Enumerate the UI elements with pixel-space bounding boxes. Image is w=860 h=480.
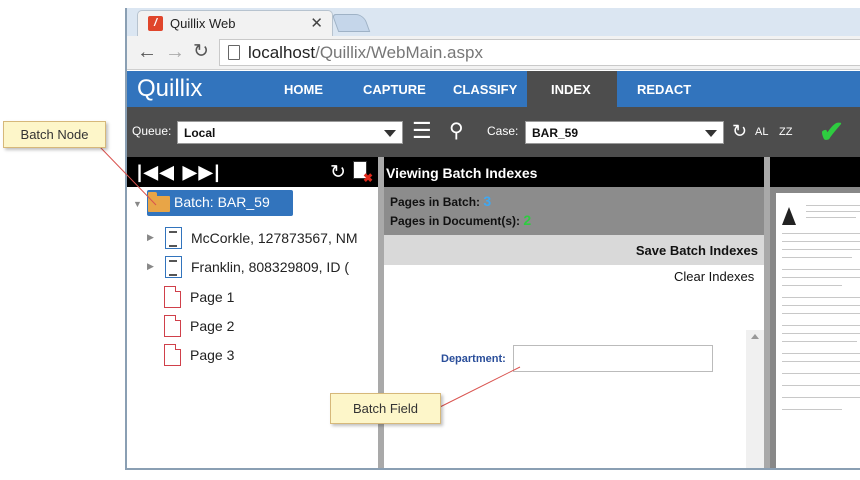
pages-in-documents: Pages in Document(s): 2: [390, 212, 532, 228]
collapse-arrow-icon[interactable]: ▼: [133, 199, 142, 209]
back-icon[interactable]: ←: [137, 42, 157, 62]
batch-field-callout: Batch Field: [330, 393, 441, 424]
case-value: BAR_59: [532, 126, 579, 140]
document-icon: [165, 256, 182, 278]
sort-al-button[interactable]: AL: [755, 126, 768, 138]
browser-toolbar: ← → ↻ localhost/Quillix/WebMain.aspx: [127, 36, 860, 70]
page-icon: [164, 286, 181, 308]
search-icon[interactable]: ⚲: [449, 121, 464, 141]
refresh-icon[interactable]: ↻: [732, 121, 747, 141]
document-icon: [165, 227, 182, 249]
queue-value: Local: [184, 126, 216, 140]
page-preview: [770, 187, 860, 468]
preview-header: [770, 157, 860, 187]
browser-tab[interactable]: / Quillix Web ✕: [137, 10, 333, 36]
checkmark-icon[interactable]: ✔: [819, 115, 844, 150]
department-label: Department:: [441, 353, 506, 365]
nav-classify[interactable]: CLASSIFY: [453, 82, 517, 97]
document-label: McCorkle, 127873567, NM: [191, 230, 358, 246]
chevron-down-icon: [705, 130, 717, 137]
document-label: Franklin, 808329809, ID (: [191, 259, 349, 275]
expand-arrow-icon[interactable]: ▶: [147, 232, 154, 243]
scroll-up-icon[interactable]: [751, 334, 759, 339]
queue-bar: Queue: Local ☰ ⚲ Case: BAR_59 ↻ AL ZZ ✔: [127, 107, 860, 157]
folder-icon: [148, 192, 170, 212]
batch-stats: Pages in Batch: 3 Pages in Document(s): …: [384, 187, 764, 235]
tab-title: Quillix Web: [170, 16, 236, 31]
save-bar: Save Batch Indexes: [384, 235, 764, 265]
sort-zz-button[interactable]: ZZ: [779, 126, 792, 138]
clear-indexes-button[interactable]: Clear Indexes: [674, 269, 754, 284]
expand-arrow-icon[interactable]: ▶: [147, 261, 154, 272]
batch-node-label: Batch: BAR_59: [174, 194, 270, 210]
new-tab-button[interactable]: [331, 14, 371, 32]
batch-node-callout: Batch Node: [3, 121, 106, 148]
case-label: Case:: [487, 124, 519, 138]
page-icon: [228, 45, 240, 60]
scrollbar[interactable]: [746, 330, 764, 468]
department-field[interactable]: [513, 345, 713, 372]
panel-title: Viewing Batch Indexes: [386, 165, 538, 181]
chevron-down-icon: [384, 130, 396, 137]
tree-navigation-icons[interactable]: |◀◀ ▶▶|: [137, 162, 221, 183]
nav-home[interactable]: HOME: [284, 82, 323, 97]
nav-index[interactable]: INDEX: [551, 82, 591, 97]
batch-node[interactable]: Batch: BAR_59: [147, 190, 293, 216]
page-label: Page 2: [190, 318, 235, 334]
address-bar[interactable]: localhost/Quillix/WebMain.aspx: [219, 39, 860, 66]
tab-strip: / Quillix Web ✕: [127, 8, 860, 36]
url-text[interactable]: localhost/Quillix/WebMain.aspx: [248, 43, 483, 63]
case-select[interactable]: BAR_59: [525, 121, 724, 144]
save-batch-indexes-button[interactable]: Save Batch Indexes: [636, 243, 758, 258]
reload-icon[interactable]: ↻: [193, 42, 209, 62]
queue-label: Queue:: [132, 124, 172, 138]
tree-toolbar: |◀◀ ▶▶| ↻ ✖: [127, 157, 378, 187]
forward-icon[interactable]: →: [165, 42, 185, 62]
page-thumbnail[interactable]: [776, 193, 860, 468]
app-brand: Quillix: [137, 75, 203, 102]
nav-redact[interactable]: REDACT: [637, 82, 691, 97]
page-icon: [164, 315, 181, 337]
batch-tree: ▼ Batch: BAR_59 ▶ McCorkle, 127873567, N…: [127, 187, 378, 468]
nav-capture[interactable]: CAPTURE: [363, 82, 426, 97]
quillix-favicon-icon: /: [148, 16, 163, 31]
app-navbar: Quillix HOME CAPTURE CLASSIFY INDEX REDA…: [127, 71, 860, 107]
tree-logo-icon: [782, 207, 796, 225]
close-tab-icon[interactable]: ✕: [310, 14, 323, 32]
queue-select[interactable]: Local: [177, 121, 403, 144]
pages-in-batch: Pages in Batch: 3: [390, 193, 492, 209]
page-label: Page 3: [190, 347, 235, 363]
refresh-tree-icon[interactable]: ↻: [330, 161, 346, 184]
delete-icon[interactable]: ✖: [363, 171, 373, 185]
index-panel-header: Viewing Batch Indexes: [384, 157, 764, 187]
page-label: Page 1: [190, 289, 235, 305]
browser-window: / Quillix Web ✕ ← → ↻ localhost/Quillix/…: [125, 8, 860, 470]
list-icon[interactable]: ☰: [412, 120, 432, 142]
page-icon: [164, 344, 181, 366]
